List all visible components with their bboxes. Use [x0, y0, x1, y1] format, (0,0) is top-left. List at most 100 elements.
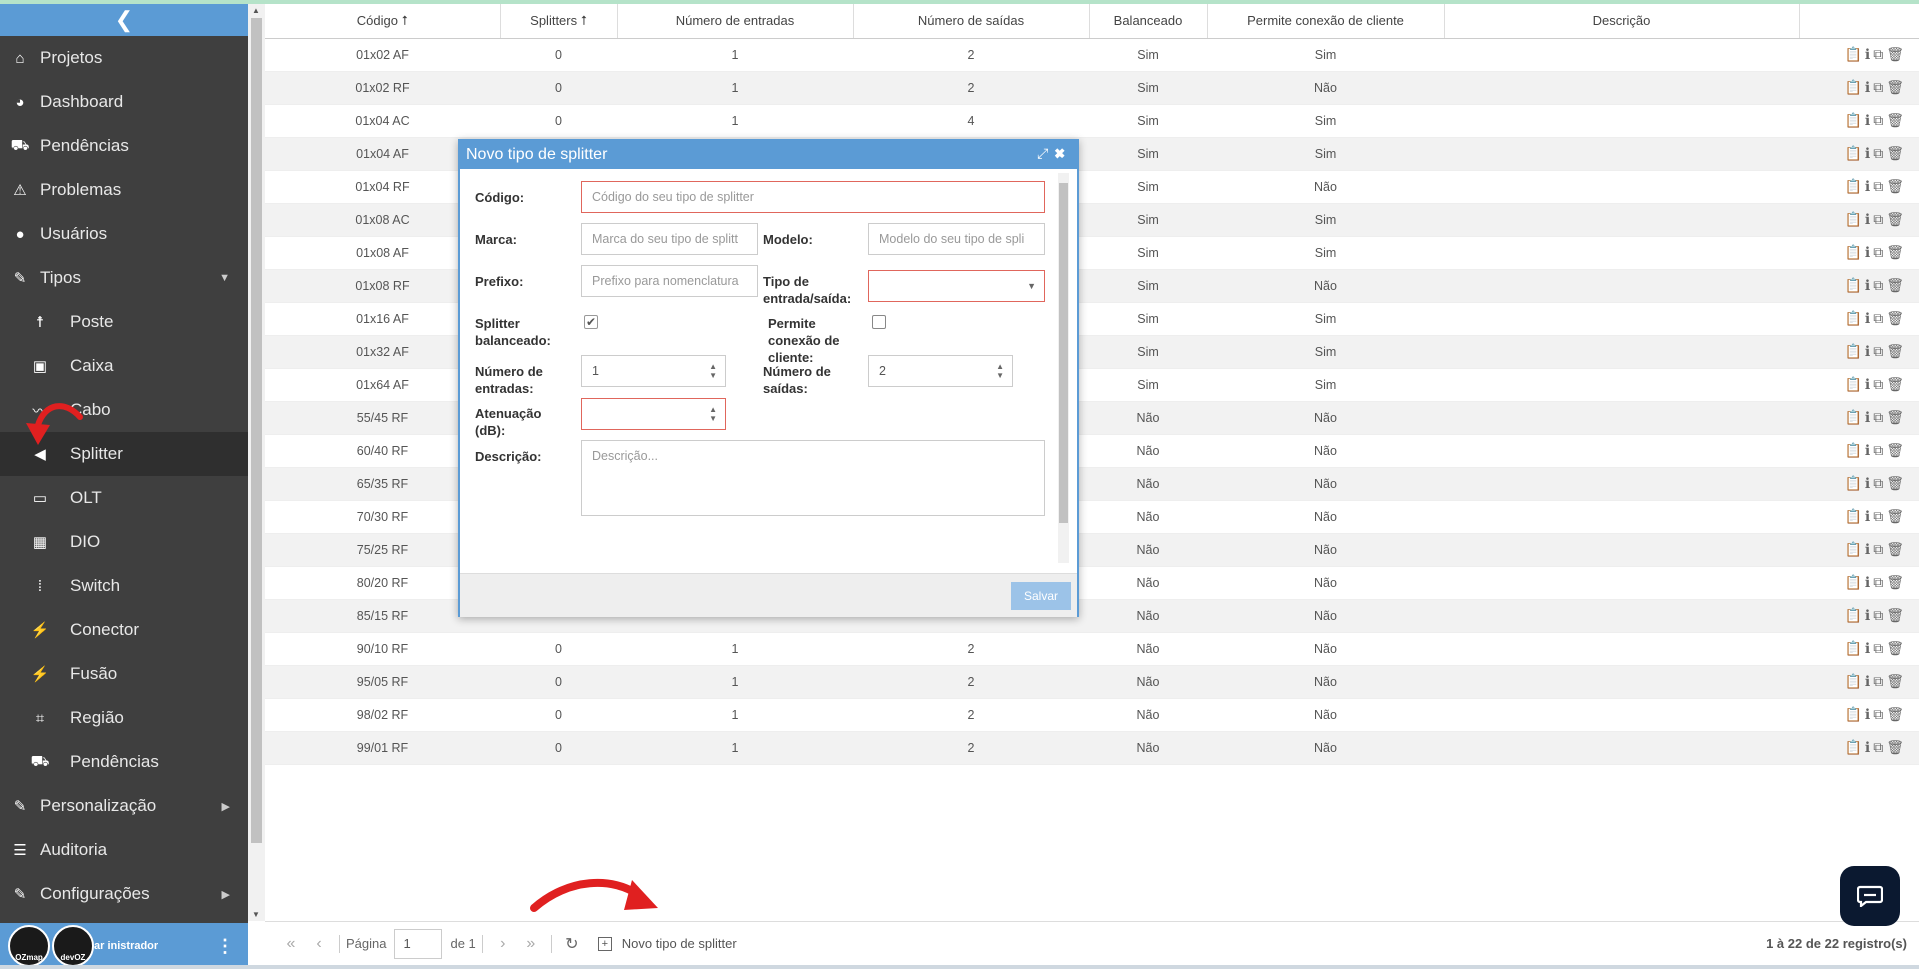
spinner-icon[interactable]: ▲ ▼ [709, 362, 717, 380]
sidebar-item-poste[interactable]: ☨ Poste [0, 300, 248, 344]
prefixo-input[interactable]: Prefixo para nomenclatura [581, 265, 758, 297]
tipo-select[interactable]: ▼ [868, 270, 1045, 302]
column-header[interactable]: Splitters ⭡ [500, 4, 618, 39]
modelo-input[interactable]: Modelo do seu tipo de spli [868, 223, 1045, 255]
new-splitter-type-button[interactable]: + Novo tipo de splitter [597, 936, 737, 951]
table-row[interactable]: 01x02 AF 0 1 2 Sim Sim 📋ℹ⧉🗑 [265, 38, 1919, 72]
row-actions[interactable]: 📋ℹ⧉🗑 [1799, 335, 1919, 369]
sidebar-item-pendencias[interactable]: ⛟ Pendências [0, 740, 248, 784]
sidebar-item-regiao[interactable]: ⌗ Região [0, 696, 248, 740]
row-actions[interactable]: 📋ℹ⧉🗑 [1799, 236, 1919, 270]
marca-input[interactable]: Marca do seu tipo de splitt [581, 223, 758, 255]
column-header[interactable] [1799, 4, 1919, 39]
spinner-icon[interactable]: ▲ ▼ [996, 362, 1004, 380]
last-page-icon[interactable]: » [517, 935, 545, 953]
row-actions[interactable]: 📋ℹ⧉🗑 [1799, 38, 1919, 72]
row-actions[interactable]: 📋ℹ⧉🗑 [1799, 269, 1919, 303]
row-actions[interactable]: 📋ℹ⧉🗑 [1799, 500, 1919, 534]
atenuacao-input[interactable]: ▲ ▼ [581, 398, 726, 430]
row-actions[interactable]: 📋ℹ⧉🗑 [1799, 170, 1919, 204]
table-header-row: Código ⭡ Splitters ⭡ Número de entradas Núm… [265, 4, 1919, 39]
row-actions[interactable]: 📋ℹ⧉🗑 [1799, 302, 1919, 336]
descricao-textarea[interactable]: Descrição... [581, 440, 1045, 516]
row-actions[interactable]: 📋ℹ⧉🗑 [1799, 71, 1919, 105]
scrollbar-thumb[interactable] [251, 18, 262, 843]
scrollbar-thumb[interactable] [1059, 183, 1068, 523]
sidebar-item-label: Usuários [40, 224, 108, 243]
saidas-input[interactable]: 2 ▲ ▼ [868, 355, 1013, 387]
row-actions[interactable]: 📋ℹ⧉🗑 [1799, 698, 1919, 732]
table-row[interactable]: 98/02 RF 0 1 2 Não Não 📋ℹ⧉🗑 [265, 698, 1919, 732]
page-number-input[interactable] [394, 928, 443, 959]
prev-page-icon[interactable]: ‹ [305, 935, 333, 953]
table-row[interactable]: 01x04 AC 0 1 4 Sim Sim 📋ℹ⧉🗑 [265, 104, 1919, 138]
row-actions[interactable]: 📋ℹ⧉🗑 [1799, 566, 1919, 600]
close-icon[interactable]: ✖ [1054, 145, 1071, 161]
table-cell: 0 [500, 104, 617, 138]
sidebar-scrollbar[interactable]: ▲ ▼ [248, 4, 265, 921]
first-page-icon[interactable]: « [277, 935, 305, 953]
row-actions[interactable]: 📋ℹ⧉🗑 [1799, 104, 1919, 138]
sidebar-item-dashboard[interactable]: ◕ Dashboard [0, 80, 248, 124]
sidebar-item-conector[interactable]: ⚡ Conector [0, 608, 248, 652]
column-header[interactable]: Descrição [1444, 4, 1800, 39]
row-actions[interactable]: 📋ℹ⧉🗑 [1799, 632, 1919, 666]
row-actions[interactable]: 📋ℹ⧉🗑 [1799, 434, 1919, 468]
sidebar-item-usuarios[interactable]: ● Usuários [0, 212, 248, 256]
balanceado-checkbox[interactable]: ✔ [584, 315, 598, 329]
scroll-down-icon[interactable]: ▼ [252, 910, 260, 919]
entradas-input[interactable]: 1 ▲ ▼ [581, 355, 726, 387]
table-cell: Não [1207, 170, 1444, 204]
user-bar[interactable]: OZmap devOZ ar inistrador ⋮ [0, 923, 248, 969]
next-page-icon[interactable]: › [489, 935, 517, 953]
column-header[interactable]: Número de saídas [853, 4, 1090, 39]
save-button[interactable]: Salvar [1011, 582, 1071, 610]
table-row[interactable]: 90/10 RF 0 1 2 Não Não 📋ℹ⧉🗑 [265, 632, 1919, 666]
sidebar-item-olt[interactable]: ▭ OLT [0, 476, 248, 520]
scroll-up-icon[interactable]: ▲ [252, 6, 260, 15]
row-actions[interactable]: 📋ℹ⧉🗑 [1799, 599, 1919, 633]
caret-right-icon[interactable]: ▶ [222, 888, 230, 901]
sidebar-item-label: Caixa [70, 356, 114, 375]
codigo-input[interactable]: Código do seu tipo de splitter [581, 181, 1045, 213]
row-actions[interactable]: 📋ℹ⧉🗑 [1799, 401, 1919, 435]
dialog-titlebar[interactable]: Novo tipo de splitter ⤢✖ [460, 141, 1077, 169]
dialog-scrollbar[interactable] [1058, 173, 1069, 563]
table-row[interactable]: 99/01 RF 0 1 2 Não Não 📋ℹ⧉🗑 [265, 731, 1919, 765]
permite-checkbox[interactable] [872, 315, 886, 329]
maximize-icon[interactable]: ⤢ [1037, 145, 1054, 161]
table-row[interactable]: 01x02 RF 0 1 2 Sim Não 📋ℹ⧉🗑 [265, 71, 1919, 105]
sidebar-item-tipos[interactable]: ✎ Tipos ▼ [0, 256, 248, 300]
row-actions[interactable]: 📋ℹ⧉🗑 [1799, 203, 1919, 237]
spinner-icon[interactable]: ▲ ▼ [709, 405, 717, 423]
sidebar-item-projetos[interactable]: ⌂ Projetos [0, 36, 248, 80]
sidebar-item-problemas[interactable]: ⚠ Problemas [0, 168, 248, 212]
sidebar-item-pendencias[interactable]: ⛟ Pendências [0, 124, 248, 168]
row-actions[interactable]: 📋ℹ⧉🗑 [1799, 731, 1919, 765]
sidebar-item-dio[interactable]: ▦ DIO [0, 520, 248, 564]
refresh-icon[interactable]: ↻ [558, 934, 586, 954]
sidebar-item-fusao[interactable]: ⚡ Fusão [0, 652, 248, 696]
sidebar-collapse-button[interactable]: ❮ [0, 4, 248, 36]
chat-widget-button[interactable] [1840, 866, 1900, 926]
table-row[interactable]: 95/05 RF 0 1 2 Não Não 📋ℹ⧉🗑 [265, 665, 1919, 699]
column-header[interactable]: Número de entradas [617, 4, 854, 39]
caret-right-icon[interactable]: ▶ [222, 800, 230, 813]
table-cell: Não [1089, 401, 1207, 435]
sidebar-item-caixa[interactable]: ▣ Caixa [0, 344, 248, 388]
column-header[interactable]: Balanceado [1089, 4, 1208, 39]
more-vertical-icon[interactable]: ⋮ [216, 936, 234, 957]
caret-down-icon[interactable]: ▼ [219, 272, 230, 284]
sidebar-item-switch[interactable]: ⁞ Switch [0, 564, 248, 608]
sidebar-item-personalizacao[interactable]: ✎ Personalização ▶ [0, 784, 248, 828]
row-actions[interactable]: 📋ℹ⧉🗑 [1799, 137, 1919, 171]
row-actions[interactable]: 📋ℹ⧉🗑 [1799, 665, 1919, 699]
column-header[interactable]: Código ⭡ [265, 4, 501, 39]
sidebar-item-configuracoes[interactable]: ✎ Configurações ▶ [0, 872, 248, 916]
truck-clock-icon: ⛟ [10, 136, 30, 154]
sidebar-item-auditoria[interactable]: ☰ Auditoria [0, 828, 248, 872]
row-actions[interactable]: 📋ℹ⧉🗑 [1799, 467, 1919, 501]
row-actions[interactable]: 📋ℹ⧉🗑 [1799, 533, 1919, 567]
row-actions[interactable]: 📋ℹ⧉🗑 [1799, 368, 1919, 402]
column-header[interactable]: Permite conexão de cliente [1207, 4, 1445, 39]
